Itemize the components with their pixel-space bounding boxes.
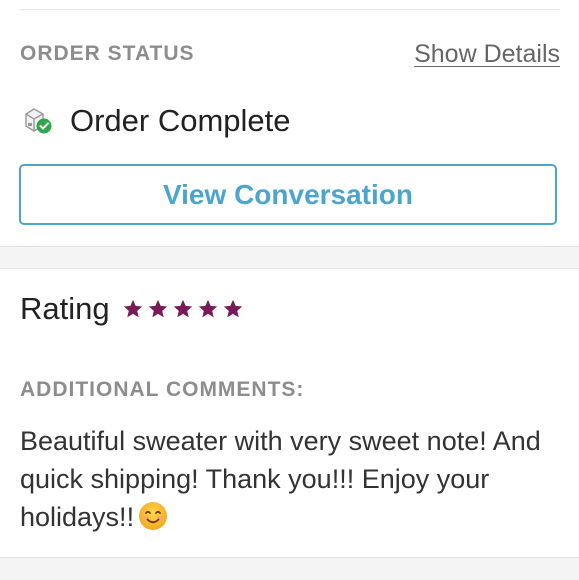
rating-row: Rating — [20, 288, 244, 330]
section-separator — [0, 246, 579, 269]
star-icon — [123, 299, 142, 318]
order-status-header: ORDER STATUS Show Details — [20, 38, 560, 70]
show-details-link[interactable]: Show Details — [414, 40, 560, 69]
package-check-icon — [22, 106, 54, 136]
divider — [19, 9, 560, 10]
comment-body: Beautiful sweater with very sweet note! … — [20, 422, 560, 536]
additional-comments-label: ADDITIONAL COMMENTS: — [20, 378, 305, 401]
star-rating — [122, 298, 244, 320]
smiling-face-emoji-icon — [138, 501, 168, 531]
star-icon — [198, 299, 217, 318]
section-separator-bottom — [0, 557, 579, 580]
star-icon — [223, 299, 242, 318]
view-conversation-button[interactable]: View Conversation — [19, 164, 557, 225]
rating-label: Rating — [20, 291, 110, 326]
order-status-label: ORDER STATUS — [20, 42, 195, 65]
order-status-text: Order Complete — [70, 103, 291, 138]
order-status-row: Order Complete — [22, 100, 291, 142]
star-icon — [173, 299, 192, 318]
comment-text: Beautiful sweater with very sweet note! … — [20, 426, 541, 532]
order-detail-page: ORDER STATUS Show Details Order Complete… — [0, 0, 579, 580]
star-icon — [148, 299, 167, 318]
